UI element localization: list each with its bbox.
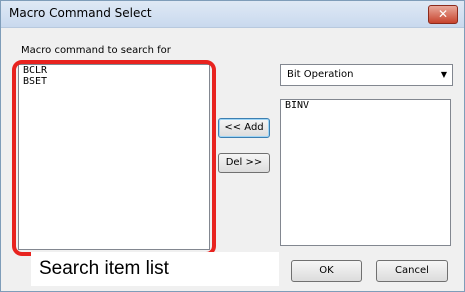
chevron-down-icon: ▼ xyxy=(440,70,447,79)
annotation-caption: Search item list xyxy=(31,252,279,286)
close-button[interactable]: ✕ xyxy=(428,5,458,24)
list-item[interactable]: BINV xyxy=(281,100,450,111)
category-dropdown[interactable]: Bit Operation ▼ xyxy=(280,64,453,86)
close-icon: ✕ xyxy=(437,7,449,21)
cancel-button[interactable]: Cancel xyxy=(376,260,448,282)
macro-command-list[interactable]: BINV xyxy=(280,99,451,246)
window-title: Macro Command Select xyxy=(9,6,152,20)
search-label: Macro command to search for xyxy=(21,45,171,56)
title-bar[interactable]: Macro Command Select ✕ xyxy=(1,1,464,28)
highlight-frame xyxy=(12,60,216,256)
category-selected-value: Bit Operation xyxy=(287,69,354,80)
delete-button[interactable]: Del >> xyxy=(218,153,270,173)
ok-button[interactable]: OK xyxy=(291,260,362,282)
add-button[interactable]: << Add xyxy=(218,118,270,138)
